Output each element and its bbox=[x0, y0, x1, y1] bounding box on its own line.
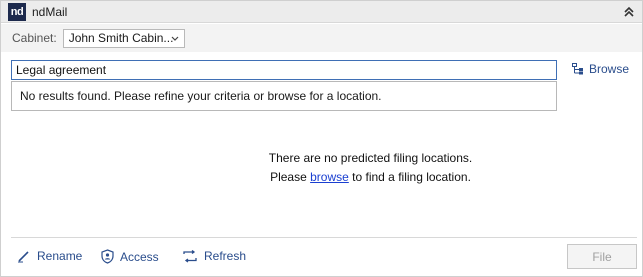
no-results-message: No results found. Please refine your cri… bbox=[20, 89, 382, 103]
file-button[interactable]: File bbox=[567, 244, 637, 269]
shield-user-icon bbox=[101, 249, 114, 264]
location-search-input[interactable] bbox=[11, 60, 557, 80]
search-results-dropdown: No results found. Please refine your cri… bbox=[11, 81, 557, 111]
browse-hint: Please browse to find a filing location. bbox=[1, 170, 643, 184]
browse-label: Browse bbox=[589, 62, 630, 76]
rename-button[interactable]: Rename bbox=[17, 249, 82, 263]
cabinet-bar: Cabinet: John Smith Cabin... bbox=[1, 24, 642, 52]
file-label: File bbox=[592, 249, 612, 264]
access-button[interactable]: Access bbox=[101, 249, 159, 264]
app-title: ndMail bbox=[32, 4, 68, 19]
hint-suffix: to find a filing location. bbox=[352, 170, 471, 184]
refresh-button[interactable]: Refresh bbox=[182, 249, 246, 263]
logo-text: nd bbox=[10, 5, 24, 18]
no-predictions-message: There are no predicted filing locations. bbox=[268, 151, 473, 165]
title-bar: nd ndMail bbox=[1, 1, 642, 23]
refresh-icon bbox=[183, 249, 197, 263]
browse-button[interactable]: Browse bbox=[572, 62, 629, 76]
ndmail-logo: nd bbox=[8, 2, 26, 21]
refresh-label: Refresh bbox=[204, 249, 247, 263]
cabinet-selected-value: John Smith Cabin... bbox=[68, 31, 174, 45]
footer-divider bbox=[11, 237, 637, 238]
hint-prefix: Please bbox=[270, 170, 307, 184]
pencil-icon bbox=[18, 251, 29, 263]
tree-icon bbox=[572, 63, 583, 75]
chevron-down-icon bbox=[171, 32, 179, 47]
browse-link[interactable]: browse bbox=[310, 170, 349, 184]
collapse-icon[interactable] bbox=[622, 4, 636, 20]
ndmail-panel: nd ndMail Cabinet: John Smith Cabin... N… bbox=[0, 0, 643, 277]
access-label: Access bbox=[120, 249, 159, 264]
cabinet-label: Cabinet: bbox=[12, 31, 57, 45]
cabinet-select[interactable]: John Smith Cabin... bbox=[62, 28, 185, 48]
rename-label: Rename bbox=[37, 249, 83, 263]
